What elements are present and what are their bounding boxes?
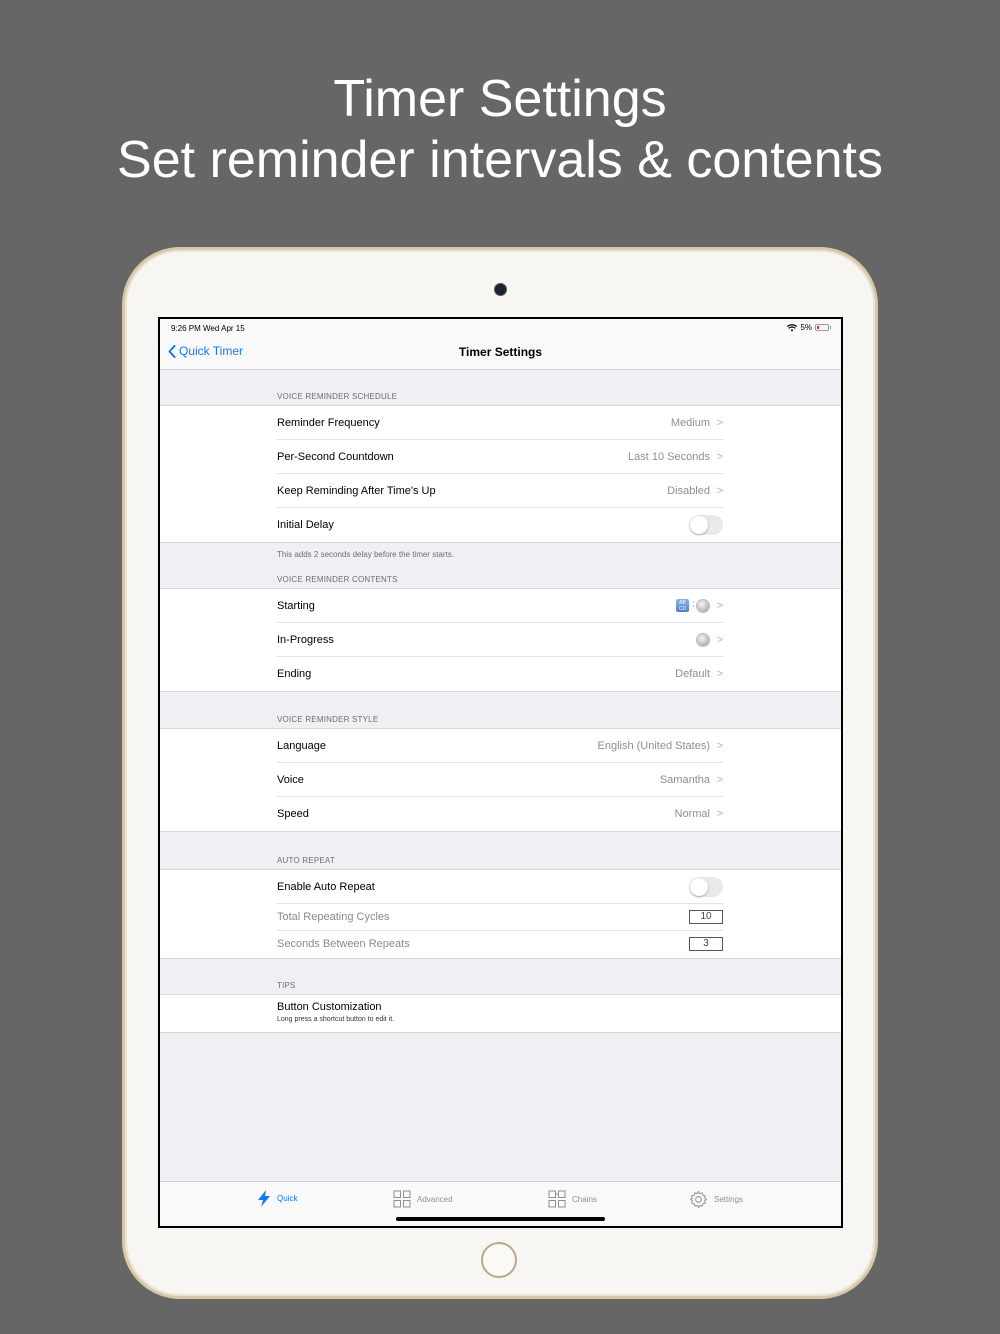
cycles-input[interactable]: 10 <box>689 910 723 924</box>
row-label: Language <box>277 740 326 752</box>
initial-delay-note: This adds 2 seconds delay before the tim… <box>277 550 454 559</box>
row-speed[interactable]: Speed Normal > <box>277 797 723 831</box>
row-language[interactable]: Language English (United States) > <box>277 729 723 763</box>
section-header-style: VOICE REMINDER STYLE <box>277 715 379 724</box>
row-label: Initial Delay <box>277 519 334 531</box>
grid-chain-icon <box>548 1190 566 1208</box>
tab-label: Quick <box>277 1194 298 1203</box>
row-enable-auto-repeat: Enable Auto Repeat <box>277 870 723 904</box>
row-value: Last 10 Seconds <box>628 451 710 463</box>
row-label: Keep Reminding After Time's Up <box>277 485 436 497</box>
row-ending[interactable]: Ending Default > <box>277 657 723 691</box>
row-value: Normal <box>674 808 710 820</box>
chevron-right-icon: > <box>716 485 723 497</box>
row-label: Per-Second Countdown <box>277 451 394 463</box>
section-header-contents: VOICE REMINDER CONTENTS <box>277 575 398 584</box>
chevron-right-icon: > <box>716 808 723 820</box>
chevron-right-icon: > <box>716 634 723 646</box>
toggle-knob <box>690 516 708 534</box>
group-style: Language English (United States) > Voice… <box>160 728 841 832</box>
row-value: Medium <box>670 417 710 429</box>
row-label: Seconds Between Repeats <box>277 938 410 950</box>
chevron-right-icon: > <box>716 451 723 463</box>
seconds-input[interactable]: 3 <box>689 937 723 951</box>
status-right: 5% <box>787 323 831 332</box>
row-value: Disabled <box>667 485 710 497</box>
row-keep-reminding[interactable]: Keep Reminding After Time's Up Disabled … <box>277 474 723 508</box>
row-reminder-frequency[interactable]: Reminder Frequency Medium > <box>277 406 723 440</box>
row-label: In-Progress <box>277 634 334 646</box>
chevron-right-icon: > <box>716 417 723 429</box>
row-seconds-between-repeats: Seconds Between Repeats 3 <box>277 931 723 958</box>
tab-advanced[interactable]: Advanced <box>393 1190 453 1208</box>
row-in-progress[interactable]: In-Progress > <box>277 623 723 657</box>
initial-delay-toggle[interactable] <box>689 515 723 535</box>
section-header-auto-repeat: AUTO REPEAT <box>277 856 335 865</box>
bolt-icon <box>258 1190 270 1207</box>
group-contents: Starting AB CD : > In-Progress > Ending D… <box>160 588 841 692</box>
group-schedule: Reminder Frequency Medium > Per-Second C… <box>160 405 841 543</box>
tip-title: Button Customization <box>277 1001 382 1013</box>
row-label: Total Repeating Cycles <box>277 911 390 923</box>
tip-subtitle: Long press a shortcut button to edit it. <box>277 1016 395 1023</box>
group-auto-repeat: Enable Auto Repeat Total Repeating Cycle… <box>160 869 841 959</box>
section-header-schedule: VOICE REMINDER SCHEDULE <box>277 392 398 401</box>
row-total-repeating-cycles: Total Repeating Cycles 10 <box>277 904 723 931</box>
group-tips: Button Customization Long press a shortc… <box>160 994 841 1033</box>
row-label: Speed <box>277 808 309 820</box>
auto-repeat-toggle[interactable] <box>689 877 723 897</box>
home-indicator <box>396 1217 605 1221</box>
home-button[interactable] <box>481 1242 517 1278</box>
grid-icon <box>393 1190 411 1208</box>
gear-icon <box>689 1190 708 1209</box>
chevron-right-icon: > <box>716 774 723 786</box>
timer-icon <box>697 600 709 612</box>
row-initial-delay: Initial Delay <box>277 508 723 542</box>
wifi-icon <box>787 323 798 331</box>
navigation-bar: Quick Timer Timer Settings <box>160 337 841 370</box>
app-screen: 9:26 PM Wed Apr 15 5% Quick Timer Timer … <box>160 319 841 1226</box>
tab-label: Chains <box>572 1194 597 1204</box>
timer-icon <box>697 634 709 646</box>
tab-label: Settings <box>714 1195 743 1204</box>
tip-button-customization: Button Customization Long press a shortc… <box>277 995 841 1032</box>
row-value: Samantha <box>659 774 710 786</box>
row-label: Starting <box>277 600 315 612</box>
chevron-right-icon: > <box>716 740 723 752</box>
battery-icon <box>815 324 831 331</box>
row-value: Default <box>675 668 710 680</box>
status-time: 9:26 PM Wed Apr 15 <box>171 324 245 333</box>
device-screen: 9:26 PM Wed Apr 15 5% Quick Timer Timer … <box>158 317 843 1228</box>
tab-bar: Quick Advanced Chains Settings <box>160 1181 841 1226</box>
page-title: Timer Settings <box>458 345 543 359</box>
row-label: Reminder Frequency <box>277 417 380 429</box>
battery-percent: 5% <box>800 323 812 332</box>
row-starting[interactable]: Starting AB CD : > <box>277 589 723 623</box>
camera-icon <box>495 284 506 295</box>
banner-title: Timer Settings <box>333 70 667 128</box>
tab-chains[interactable]: Chains <box>548 1190 597 1208</box>
tab-settings[interactable]: Settings <box>689 1190 743 1209</box>
banner-subtitle: Set reminder intervals & contents <box>117 131 883 189</box>
tab-label: Advanced <box>417 1194 453 1204</box>
row-value: English (United States) <box>597 740 711 752</box>
row-label: Enable Auto Repeat <box>277 881 375 893</box>
chevron-right-icon: > <box>716 600 723 612</box>
row-per-second-countdown[interactable]: Per-Second Countdown Last 10 Seconds > <box>277 440 723 474</box>
abc-icon: AB CD <box>676 599 689 612</box>
row-label: Ending <box>277 668 312 680</box>
status-bar: 9:26 PM Wed Apr 15 5% <box>160 319 841 337</box>
row-voice[interactable]: Voice Samantha > <box>277 763 723 797</box>
chevron-right-icon: > <box>716 668 723 680</box>
section-header-tips: TIPS <box>277 981 296 990</box>
separator-colon: : <box>692 599 695 610</box>
row-label: Voice <box>277 774 304 786</box>
tab-quick[interactable]: Quick <box>257 1190 297 1207</box>
toggle-knob <box>690 878 708 896</box>
